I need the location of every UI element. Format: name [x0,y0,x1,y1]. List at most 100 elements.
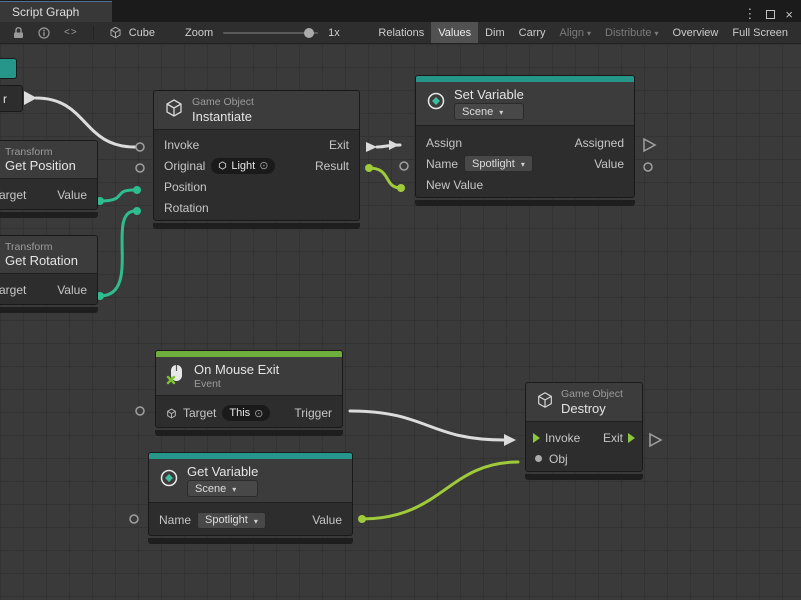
assigned-output-port[interactable] [644,139,655,151]
chevron-down-icon: ▾ [521,160,525,169]
row-name-value: Name Spotlight ▾ Value [416,153,634,174]
value-label: Value [312,513,342,527]
invoke-label: Invoke [164,138,199,152]
node-title: On Mouse Exit [194,362,279,377]
maximize-icon[interactable] [766,10,775,19]
variable-name-dropdown[interactable]: Spotlight ▾ [197,512,266,529]
node-title: Set Variable [454,87,524,102]
node-shadow [0,307,98,313]
row-invoke-exit: Invoke Exit [526,427,642,448]
chevron-down-icon: ▾ [232,485,236,494]
toolbar-button-fullscreen[interactable]: Full Screen [725,22,795,43]
object-picker-icon[interactable]: ⊙ [254,407,263,420]
node-category: Game Object [561,388,623,400]
assigned-label: Assigned [575,136,624,150]
toolbar-button-relations[interactable]: Relations [371,22,431,43]
toolbar-button-distribute[interactable]: Distribute▾ [598,22,665,43]
object-field-light[interactable]: Light ⊙ [211,158,275,174]
info-icon[interactable] [38,27,50,39]
variable-icon [159,468,179,493]
node-shadow [153,223,360,229]
node-destroy[interactable]: Game Object Destroy Invoke Exit Obj [525,382,643,480]
game-object-icon [164,98,184,123]
flow-arrow-icon[interactable] [533,433,540,443]
node-title: Get Variable [187,464,258,479]
newvalue-input-port[interactable] [397,184,405,192]
variable-scope-dropdown[interactable]: Scene ▾ [187,480,258,497]
toolbar-button-align[interactable]: Align▾ [553,22,598,43]
variable-icon [426,91,446,116]
game-object-icon [166,408,177,419]
node-title: Instantiate [192,109,254,124]
chevron-down-icon: ▾ [499,108,503,117]
graph-wires [0,44,801,600]
mouseexit-target-input-port[interactable] [136,407,144,415]
wire-trigger-to-invoke[interactable] [350,411,504,440]
node-get-position[interactable]: Transform Get Position Target Value [0,140,98,218]
wire-arrow-icon [504,434,516,446]
zoom-slider[interactable] [223,26,318,40]
destroy-exit-output-port[interactable] [650,434,661,446]
node-category: Transform [5,241,87,253]
result-label: Result [315,159,349,173]
toolbar-button-carry[interactable]: Carry [512,22,553,43]
wire-value-to-obj[interactable] [362,462,518,519]
graph-canvas[interactable]: r Transform Get Position Target Value [0,44,801,600]
node-fragment-event[interactable]: r [0,85,23,112]
obj-port-icon[interactable] [535,455,542,462]
target-label: Target [0,188,26,202]
target-object-label[interactable]: Cube [129,27,155,39]
getvariable-name-input-port[interactable] [130,515,138,523]
toolbar-button-values[interactable]: Values [431,22,478,43]
node-set-variable[interactable]: Set Variable Scene ▾ Assign Assigned Nam… [415,75,635,206]
node-get-variable[interactable]: Get Variable Scene ▾ Name Spotlight ▾ [148,452,353,544]
overflow-menu-icon[interactable]: ⋮ [743,6,756,22]
original-input-port[interactable] [136,164,144,172]
result-output-port[interactable] [365,164,373,172]
object-field-value: Light [231,160,255,172]
zoom-value: 1x [328,27,340,39]
graph-toolbar: <> Cube Zoom 1x Relations Values Dim Car… [0,22,801,44]
wire-rotation[interactable] [100,211,134,296]
exit-port-arrow-icon[interactable] [366,142,377,152]
variable-scope-dropdown[interactable]: Scene ▾ [454,103,524,120]
row-new-value: New Value [416,174,634,195]
lock-icon[interactable] [13,27,24,39]
wire-result-to-newvalue[interactable] [369,168,401,188]
node-title: Destroy [561,401,623,416]
value-label: Value [594,157,624,171]
node-get-rotation[interactable]: Transform Get Rotation Target Value [0,235,98,313]
close-icon[interactable]: × [785,7,793,22]
object-picker-icon[interactable]: ⊙ [259,159,268,172]
tab-script-graph[interactable]: Script Graph [0,1,112,22]
rotation-input-port[interactable] [133,207,141,215]
node-fragment-teal[interactable] [0,58,17,79]
getvariable-value-output-port[interactable] [358,515,366,523]
node-instantiate[interactable]: Game Object Instantiate Invoke Exit Orig… [153,90,360,229]
invoke-input-port[interactable] [136,143,144,151]
zoom-slider-knob[interactable] [304,28,314,38]
position-input-port[interactable] [133,186,141,194]
setvariable-value-output-port[interactable] [644,163,652,171]
variable-name-dropdown[interactable]: Spotlight ▾ [464,155,533,172]
row-rotation: Rotation [154,197,359,218]
rotation-label: Rotation [164,201,209,215]
exit-label: Exit [603,431,623,445]
toolbar-button-dim[interactable]: Dim [478,22,512,43]
code-icon[interactable]: <> [64,27,78,38]
flow-arrow-icon[interactable] [628,433,635,443]
row-name-value: Name Spotlight ▾ Value [149,507,352,533]
node-on-mouse-exit[interactable]: On Mouse Exit Event Target This ⊙ Trigge… [155,350,343,436]
game-object-icon [218,161,227,170]
object-field-this[interactable]: This ⊙ [222,405,270,421]
toolbar-button-overview[interactable]: Overview [666,22,726,43]
assign-label: Assign [426,136,462,150]
wire-position[interactable] [100,190,134,201]
value-label: Value [57,283,87,297]
mouse-icon [166,363,186,390]
obj-label: Obj [549,452,568,466]
chevron-down-icon: ▾ [254,517,258,526]
target-label: Target [183,406,216,420]
row-obj: Obj [526,448,642,469]
setvariable-name-input-port[interactable] [400,162,408,170]
